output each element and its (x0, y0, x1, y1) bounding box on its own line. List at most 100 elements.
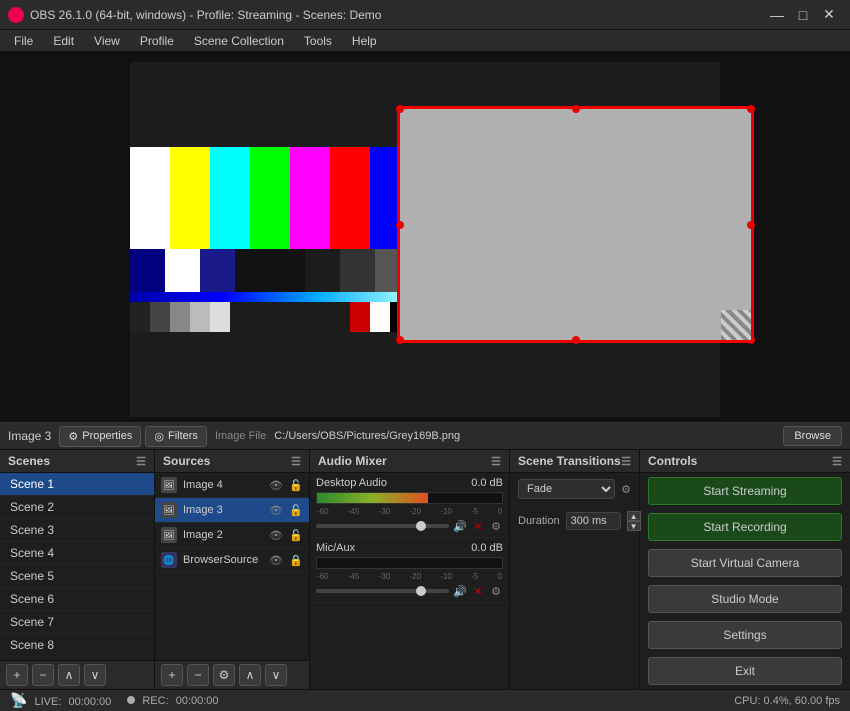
start-streaming-button[interactable]: Start Streaming (648, 477, 842, 505)
desktop-level-fill (317, 493, 428, 503)
source-item-image3[interactable]: 🖼 Image 3 👁 🔓 (155, 498, 309, 523)
transitions-menu-icon[interactable]: ☰ (621, 455, 631, 468)
handle-mr[interactable] (747, 221, 755, 229)
rec-dot (127, 696, 135, 704)
source-info-bar: Image 3 ⚙ Properties ◎ Filters Image Fil… (0, 422, 850, 450)
maximize-button[interactable]: □ (790, 5, 816, 25)
desktop-volume-thumb[interactable] (416, 521, 426, 531)
preview-area (0, 52, 850, 422)
settings-button[interactable]: Settings (648, 621, 842, 649)
live-icon: 📡 (10, 692, 27, 708)
properties-button[interactable]: ⚙ Properties (59, 426, 141, 447)
move-source-up-button[interactable]: ∧ (239, 664, 261, 686)
gear-icon: ⚙ (68, 430, 78, 443)
scenes-panel-header: Scenes ☰ (0, 450, 154, 473)
add-source-button[interactable]: + (161, 664, 183, 686)
start-virtual-camera-button[interactable]: Start Virtual Camera (648, 549, 842, 577)
scenes-menu-icon[interactable]: ☰ (136, 455, 146, 468)
title-text: OBS 26.1.0 (64-bit, windows) - Profile: … (30, 8, 764, 22)
duration-decrement[interactable]: ▼ (627, 521, 641, 531)
scene-item-5[interactable]: Scene 5 (0, 565, 154, 588)
add-scene-button[interactable]: + (6, 664, 28, 686)
scene-item-1[interactable]: Scene 1 (0, 473, 154, 496)
handle-tr[interactable] (747, 105, 755, 113)
source-file-path: C:/Users/OBS/Pictures/Grey169B.png (274, 430, 779, 442)
mic-volume-slider[interactable] (316, 589, 449, 593)
handle-tc[interactable] (572, 105, 580, 113)
controls-panel-header: Controls ☰ (640, 450, 850, 473)
source-settings-button[interactable]: ⚙ (213, 664, 235, 686)
mic-audio-controls: 🔊 ✕ ⚙ (316, 584, 503, 598)
menu-view[interactable]: View (84, 32, 130, 50)
audio-menu-icon[interactable]: ☰ (491, 455, 501, 468)
duration-input[interactable] (566, 512, 621, 530)
studio-mode-button[interactable]: Studio Mode (648, 585, 842, 613)
desktop-audio-settings[interactable]: ⚙ (489, 519, 503, 533)
scene-item-3[interactable]: Scene 3 (0, 519, 154, 542)
sources-panel-header: Sources ☰ (155, 450, 309, 473)
desktop-mute-icon[interactable]: ✕ (471, 519, 485, 533)
desktop-volume-slider[interactable] (316, 524, 449, 528)
mic-audio-settings[interactable]: ⚙ (489, 584, 503, 598)
menu-file[interactable]: File (4, 32, 43, 50)
transitions-panel: Scene Transitions ☰ Fade Cut Swipe ⚙ Dur… (510, 450, 640, 689)
scene-item-4[interactable]: Scene 4 (0, 542, 154, 565)
mic-volume-thumb[interactable] (416, 586, 426, 596)
source-list: 🖼 Image 4 👁 🔓 🖼 Image 3 👁 🔓 🖼 Image 2 👁 … (155, 473, 309, 660)
lock-toggle-2[interactable]: 🔓 (289, 528, 303, 542)
scene-item-2[interactable]: Scene 2 (0, 496, 154, 519)
title-bar: OBS 26.1.0 (64-bit, windows) - Profile: … (0, 0, 850, 30)
visibility-toggle-3[interactable]: 👁 (269, 503, 283, 517)
move-scene-up-button[interactable]: ∧ (58, 664, 80, 686)
start-recording-button[interactable]: Start Recording (648, 513, 842, 541)
menu-edit[interactable]: Edit (43, 32, 84, 50)
transition-settings-icon[interactable]: ⚙ (621, 483, 631, 496)
close-button[interactable]: ✕ (816, 5, 842, 25)
browse-button[interactable]: Browse (783, 426, 842, 446)
lock-toggle-4[interactable]: 🔓 (289, 478, 303, 492)
minimize-button[interactable]: — (764, 5, 790, 25)
selected-source-box[interactable] (398, 107, 753, 342)
transition-type-select[interactable]: Fade Cut Swipe (518, 479, 615, 499)
visibility-toggle-browser[interactable]: 👁 (269, 553, 283, 567)
controls-menu-icon[interactable]: ☰ (832, 455, 842, 468)
desktop-level-bar (316, 492, 503, 504)
menu-profile[interactable]: Profile (130, 32, 184, 50)
handle-bl[interactable] (396, 336, 404, 344)
handle-br[interactable] (747, 336, 755, 344)
image-file-label: Image File (215, 430, 266, 442)
visibility-toggle-2[interactable]: 👁 (269, 528, 283, 542)
remove-scene-button[interactable]: − (32, 664, 54, 686)
desktop-mute-button[interactable]: 🔊 (453, 519, 467, 533)
duration-increment[interactable]: ▲ (627, 511, 641, 521)
browser-source-icon: 🌐 (161, 552, 177, 568)
lock-toggle-browser[interactable]: 🔒 (289, 553, 303, 567)
source-item-image2[interactable]: 🖼 Image 2 👁 🔓 (155, 523, 309, 548)
visibility-toggle-4[interactable]: 👁 (269, 478, 283, 492)
lock-toggle-3[interactable]: 🔓 (289, 503, 303, 517)
menu-tools[interactable]: Tools (294, 32, 342, 50)
move-source-down-button[interactable]: ∨ (265, 664, 287, 686)
handle-bc[interactable] (572, 336, 580, 344)
menu-help[interactable]: Help (342, 32, 387, 50)
mic-mute-icon[interactable]: ✕ (471, 584, 485, 598)
mic-mute-button[interactable]: 🔊 (453, 584, 467, 598)
source-item-image4[interactable]: 🖼 Image 4 👁 🔓 (155, 473, 309, 498)
sources-menu-icon[interactable]: ☰ (291, 455, 301, 468)
filters-button[interactable]: ◎ Filters (145, 426, 207, 447)
handle-ml[interactable] (396, 221, 404, 229)
live-timer: 00:00:00 (68, 696, 111, 708)
scene-list: Scene 1 Scene 2 Scene 3 Scene 4 Scene 5 … (0, 473, 154, 660)
mic-level-bar (316, 557, 503, 569)
source-item-browser[interactable]: 🌐 BrowserSource 👁 🔒 (155, 548, 309, 573)
move-scene-down-button[interactable]: ∨ (84, 664, 106, 686)
exit-button[interactable]: Exit (648, 657, 842, 685)
selected-source-name: Image 3 (8, 429, 51, 443)
remove-source-button[interactable]: − (187, 664, 209, 686)
scenes-toolbar: + − ∧ ∨ (0, 660, 154, 689)
handle-tl[interactable] (396, 105, 404, 113)
app-icon (8, 7, 24, 23)
menu-scene-collection[interactable]: Scene Collection (184, 32, 294, 50)
scene-item-7[interactable]: Scene 7 (0, 611, 154, 634)
scene-item-6[interactable]: Scene 6 (0, 588, 154, 611)
